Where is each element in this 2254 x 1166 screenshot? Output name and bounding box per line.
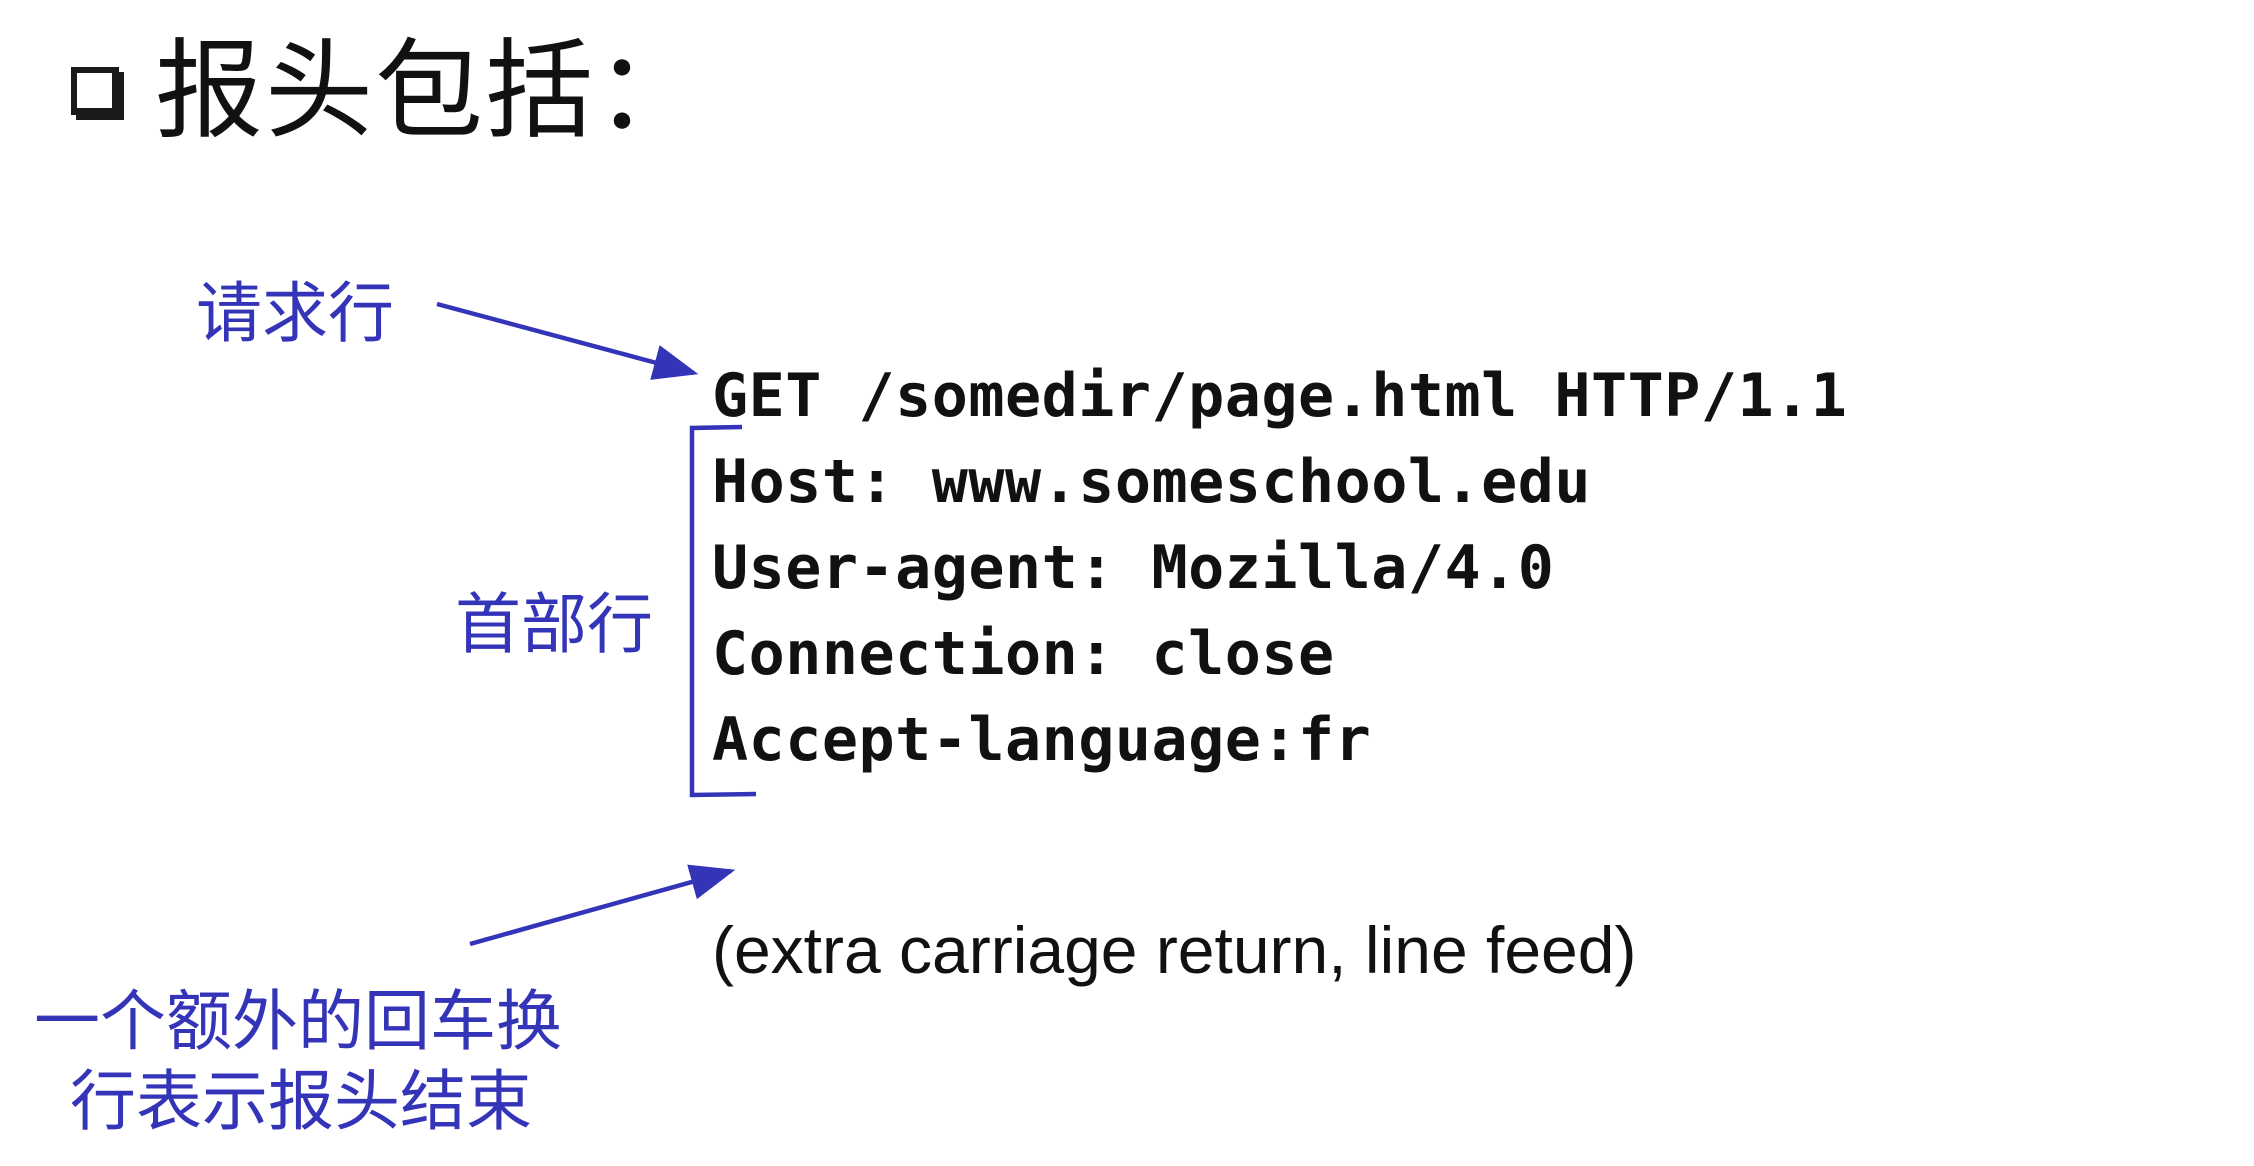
annotation-overlay [436,301,757,947]
arrow-to-request-line [436,301,699,380]
arrow-to-crlf [469,864,736,947]
slide: 报头包括： 请求行 首部行 一个额外的回车换 行表示报头结束 GET /some… [0,0,2254,1166]
header-lines-bracket [689,424,757,798]
